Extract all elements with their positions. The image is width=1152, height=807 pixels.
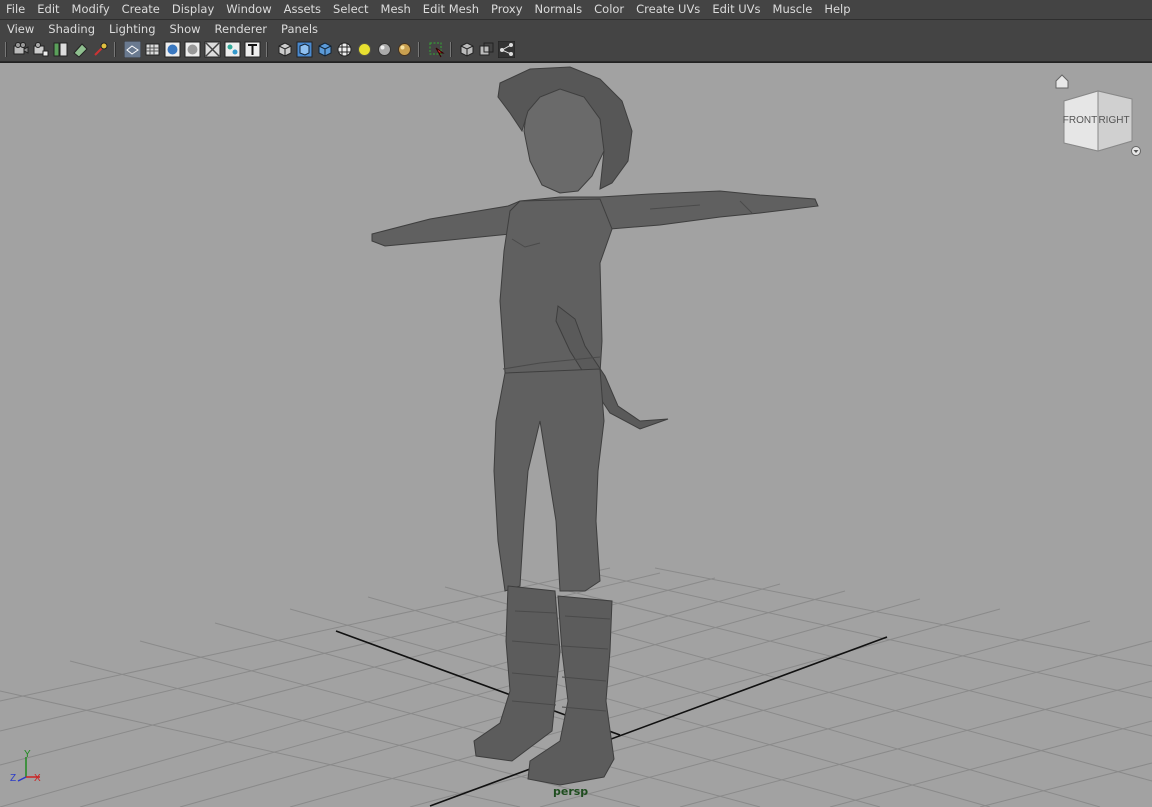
menu-mesh[interactable]: Mesh: [375, 0, 417, 19]
menu-help[interactable]: Help: [818, 0, 856, 19]
menu-select[interactable]: Select: [327, 0, 374, 19]
panel-menu-view[interactable]: View: [0, 20, 41, 39]
panel-menu-bar: View Shading Lighting Show Renderer Pane…: [0, 20, 1152, 39]
menu-window[interactable]: Window: [220, 0, 277, 19]
isolate-select-icon[interactable]: [244, 41, 261, 58]
menu-modify[interactable]: Modify: [66, 0, 116, 19]
camera-select-icon[interactable]: [12, 41, 29, 58]
menu-color[interactable]: Color: [588, 0, 630, 19]
toolbar-separator: [114, 42, 116, 57]
panel-menu-lighting[interactable]: Lighting: [102, 20, 162, 39]
menu-display[interactable]: Display: [166, 0, 220, 19]
axis-gizmo: Y Z X: [10, 749, 41, 784]
menu-edit[interactable]: Edit: [31, 0, 65, 19]
panel-menu-shading[interactable]: Shading: [41, 20, 102, 39]
toolbar-separator: [450, 42, 452, 57]
panel-menu-panels[interactable]: Panels: [274, 20, 325, 39]
shadows-icon[interactable]: [316, 41, 333, 58]
backface-icon[interactable]: [276, 41, 293, 58]
camera-label: persp: [553, 785, 589, 798]
resolution-gate-icon[interactable]: [224, 41, 241, 58]
panel-menu-renderer[interactable]: Renderer: [208, 20, 275, 39]
toolbar-separator: [266, 42, 268, 57]
duplicate-view-icon[interactable]: [478, 41, 495, 58]
home-icon[interactable]: [1055, 74, 1069, 89]
select-highlight-icon[interactable]: [376, 41, 393, 58]
texture-icon[interactable]: [204, 41, 221, 58]
scene-canvas[interactable]: [0, 63, 1152, 807]
menu-create[interactable]: Create: [116, 0, 166, 19]
menu-proxy[interactable]: Proxy: [485, 0, 529, 19]
character-model: [371, 66, 819, 786]
ambient-occlusion-icon[interactable]: [336, 41, 353, 58]
perspective-viewport[interactable]: persp FRONT RIGHT Y Z X: [0, 62, 1152, 807]
panel-menu-show[interactable]: Show: [163, 20, 208, 39]
anti-alias-icon[interactable]: [356, 41, 373, 58]
image-plane-icon[interactable]: [72, 41, 89, 58]
cube-isolate-icon[interactable]: [458, 41, 475, 58]
menu-edit-uvs[interactable]: Edit UVs: [706, 0, 766, 19]
wireframe-icon[interactable]: [124, 41, 141, 58]
menu-edit-mesh[interactable]: Edit Mesh: [417, 0, 485, 19]
bookmark-icon[interactable]: [52, 41, 69, 58]
panel-toolbar: [0, 39, 1152, 62]
menu-muscle[interactable]: Muscle: [767, 0, 819, 19]
viewcube-right-label: RIGHT: [1098, 115, 1129, 126]
toolbar-separator: [5, 42, 7, 57]
viewcube-front-label: FRONT: [1063, 115, 1097, 126]
smooth-shade-icon[interactable]: [144, 41, 161, 58]
menu-create-uvs[interactable]: Create UVs: [630, 0, 706, 19]
lights-icon[interactable]: [296, 41, 313, 58]
axis-y-label: Y: [24, 749, 31, 760]
x-ray-icon[interactable]: [184, 41, 201, 58]
main-menu-bar: File Edit Modify Create Display Window A…: [0, 0, 1152, 20]
camera-attributes-icon[interactable]: [32, 41, 49, 58]
default-material-icon[interactable]: [164, 41, 181, 58]
view-cube[interactable]: FRONT RIGHT: [1052, 69, 1148, 165]
xray-active-icon[interactable]: [428, 41, 445, 58]
menu-assets[interactable]: Assets: [278, 0, 327, 19]
menu-normals[interactable]: Normals: [529, 0, 589, 19]
axis-z-label: Z: [10, 773, 16, 784]
rig-icon[interactable]: [498, 41, 515, 58]
axis-x-label: X: [34, 773, 41, 784]
xray-joints-icon[interactable]: [396, 41, 413, 58]
viewcube-menu-icon[interactable]: [1131, 146, 1141, 156]
two-d-pan-zoom-icon[interactable]: [92, 41, 109, 58]
toolbar-separator: [418, 42, 420, 57]
menu-file[interactable]: File: [0, 0, 31, 19]
